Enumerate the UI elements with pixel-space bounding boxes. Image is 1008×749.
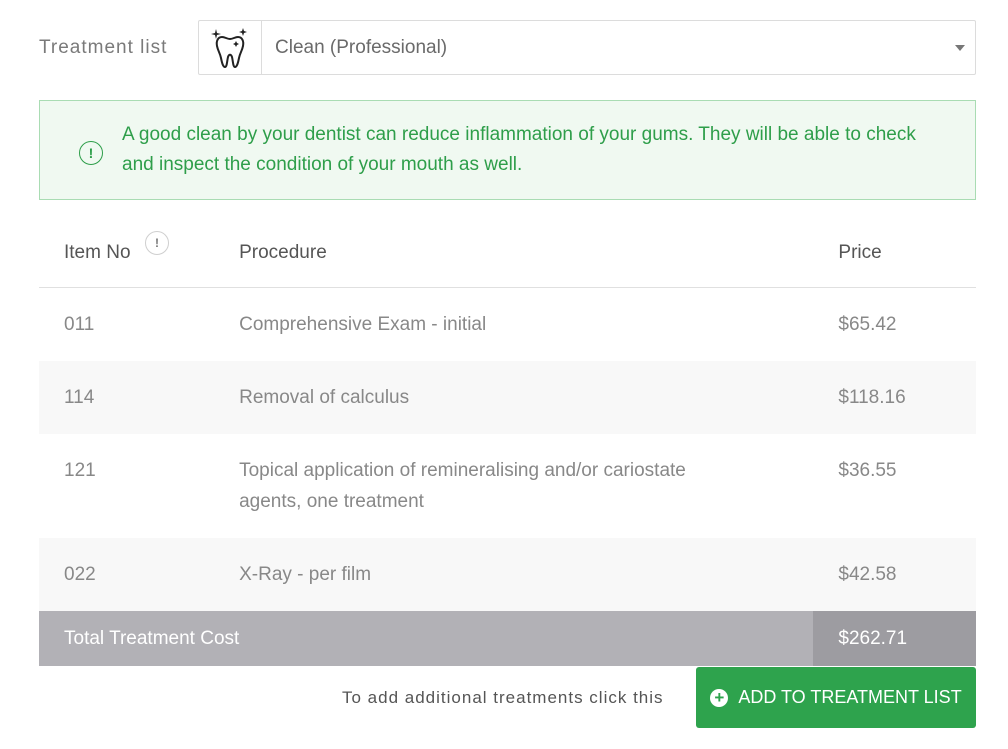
treatment-select-value: Clean (Professional)	[275, 37, 448, 58]
table-row: 022 X-Ray - per film $42.58	[39, 538, 976, 611]
row-item-no: 011	[64, 314, 95, 335]
total-value: $262.71	[813, 611, 976, 666]
row-price: $65.42	[838, 314, 897, 335]
header-item-no: Item No !	[39, 218, 240, 288]
row-item-no: 121	[64, 460, 96, 481]
total-row: Total Treatment Cost $262.71	[39, 611, 976, 666]
row-procedure: Topical application of remineralising an…	[239, 460, 686, 512]
row-price: $36.55	[838, 460, 897, 481]
table-row: 011 Comprehensive Exam - initial $65.42	[39, 288, 976, 362]
total-label: Total Treatment Cost	[39, 611, 814, 666]
tooth-icon-box	[199, 21, 262, 74]
add-button-label: ADD TO TREATMENT LIST	[738, 687, 962, 707]
row-procedure: X-Ray - per film	[239, 538, 814, 611]
chevron-down-icon[interactable]	[955, 45, 965, 51]
alert-message: A good clean by your dentist can reduce …	[122, 124, 916, 175]
table-row: 121 Topical application of remineralisin…	[39, 434, 976, 538]
procedure-table: Item No ! Procedure Price 011 Comprehens…	[39, 218, 976, 666]
header-procedure: Procedure	[239, 218, 814, 288]
table-header-row: Item No ! Procedure Price	[39, 218, 976, 288]
treatment-select[interactable]: Clean (Professional)	[198, 20, 976, 75]
row-item-no: 114	[39, 361, 240, 434]
tooth-sparkle-icon	[211, 27, 247, 68]
row-price: $42.58	[813, 538, 976, 611]
row-item-no: 022	[39, 538, 240, 611]
info-icon[interactable]: !	[145, 231, 169, 255]
treatment-list-label: Treatment list	[39, 37, 168, 58]
header-price: Price	[813, 218, 976, 288]
row-procedure: Removal of calculus	[239, 361, 814, 434]
row-procedure: Comprehensive Exam - initial	[239, 314, 487, 335]
exclamation-circle-icon: !	[79, 141, 103, 165]
add-to-treatment-list-button[interactable]: + ADD TO TREATMENT LIST	[696, 667, 976, 728]
header-item-no-label: Item No	[64, 241, 131, 263]
plus-circle-icon: +	[710, 688, 729, 707]
add-treatments-hint: To add additional treatments click this	[342, 688, 664, 707]
treatment-picker-row: Treatment list Clean (Professional)	[39, 20, 976, 75]
row-price: $118.16	[813, 361, 976, 434]
info-alert: ! A good clean by your dentist can reduc…	[39, 100, 976, 200]
table-row: 114 Removal of calculus $118.16	[39, 361, 976, 434]
